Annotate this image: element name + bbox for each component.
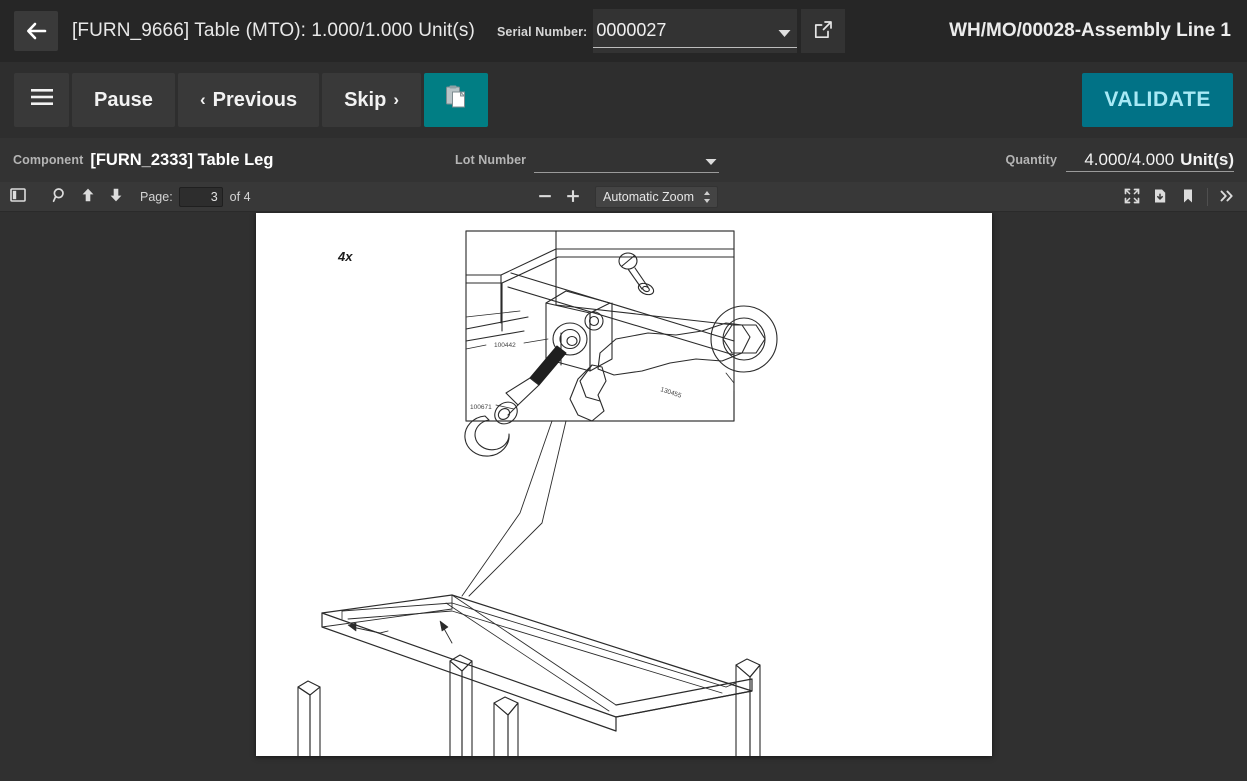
previous-label: Previous xyxy=(212,88,298,111)
component-value: [FURN_2333] Table Leg xyxy=(90,150,274,169)
chevron-right-icon: › xyxy=(393,90,400,109)
page-number-input[interactable] xyxy=(178,186,223,207)
bookmark-icon xyxy=(1180,188,1196,207)
pdf-toolbar-right xyxy=(1118,184,1241,210)
validate-button[interactable]: VALIDATE xyxy=(1082,73,1233,127)
zoom-out-button[interactable] xyxy=(531,184,559,210)
arrow-down-icon xyxy=(108,187,124,206)
serial-number-label: Serial Number: xyxy=(497,25,588,39)
workorder-tablet-app: [FURN_9666] Table (MTO): 1.000/1.000 Uni… xyxy=(0,0,1247,781)
zoom-select[interactable]: Automatic Zoom xyxy=(595,186,718,208)
sidebar-toggle-icon xyxy=(10,187,26,206)
toolbar-divider xyxy=(1207,188,1208,206)
page-title: [FURN_9666] Table (MTO): 1.000/1.000 Uni… xyxy=(72,20,475,41)
skip-button[interactable]: Skip › xyxy=(322,73,422,127)
arrow-left-icon xyxy=(25,20,47,42)
quantity-field xyxy=(1066,146,1234,174)
plus-icon xyxy=(565,188,581,207)
header-bar: [FURN_9666] Table (MTO): 1.000/1.000 Uni… xyxy=(0,0,1247,62)
page-total-label: of 4 xyxy=(229,189,251,204)
document-button[interactable] xyxy=(424,73,489,127)
page-label: Page: xyxy=(140,189,173,204)
hamburger-menu-icon xyxy=(30,88,54,112)
serial-number-input[interactable] xyxy=(593,14,798,48)
menu-button[interactable] xyxy=(14,73,69,127)
previous-button[interactable]: ‹ Previous xyxy=(177,73,320,127)
lot-number-input[interactable] xyxy=(534,147,720,173)
pause-button[interactable]: Pause xyxy=(72,73,175,127)
arrow-up-icon xyxy=(80,187,96,206)
pdf-toolbar: Page: of 4 A xyxy=(0,182,1247,212)
double-chevron-right-icon xyxy=(1219,188,1235,207)
component-label: Component xyxy=(13,153,84,167)
annotation-4x: 4x xyxy=(337,249,353,264)
zoom-select-wrapper: Automatic Zoom xyxy=(595,186,718,208)
next-page-button[interactable] xyxy=(102,184,130,210)
bookmark-button[interactable] xyxy=(1174,184,1202,210)
chevron-left-icon: ‹ xyxy=(199,90,206,109)
part-label-lower: 100671 xyxy=(470,404,492,411)
back-button[interactable] xyxy=(14,11,58,51)
lot-number-field xyxy=(534,146,720,174)
previous-page-button[interactable] xyxy=(74,184,102,210)
sidebar-toggle-button[interactable] xyxy=(4,184,32,210)
search-icon xyxy=(52,187,68,206)
quantity-label: Quantity xyxy=(1005,153,1057,167)
serial-number-field xyxy=(593,9,798,53)
component-group: Component [FURN_2333] Table Leg xyxy=(13,138,273,182)
workorder-name: WH/MO/00028-Assembly Line 1 xyxy=(949,20,1231,41)
copy-document-icon xyxy=(443,84,469,116)
zoom-controls: Automatic Zoom xyxy=(531,184,718,210)
zoom-in-button[interactable] xyxy=(559,184,587,210)
download-icon xyxy=(1152,188,1168,207)
quantity-input[interactable] xyxy=(1066,146,1234,172)
find-button[interactable] xyxy=(46,184,74,210)
open-external-button[interactable] xyxy=(801,9,846,53)
pdf-page: 4x 100442 100671 130455 xyxy=(256,213,992,756)
lot-number-label: Lot Number xyxy=(455,153,527,167)
quantity-group: Quantity 4.000 / 4.000 Unit(s) xyxy=(1005,138,1234,182)
serial-number-group: Serial Number: xyxy=(497,9,846,53)
component-detail-bar: Component [FURN_2333] Table Leg Lot Numb… xyxy=(0,138,1247,182)
skip-label: Skip xyxy=(344,88,387,111)
fullscreen-icon xyxy=(1124,188,1140,207)
download-button[interactable] xyxy=(1146,184,1174,210)
lot-number-group: Lot Number xyxy=(455,138,720,182)
part-label-left: 100442 xyxy=(494,342,516,349)
pause-label: Pause xyxy=(94,88,153,111)
presentation-mode-button[interactable] xyxy=(1118,184,1146,210)
more-tools-button[interactable] xyxy=(1213,184,1241,210)
action-toolbar: Pause ‹ Previous Skip › VALIDATE xyxy=(0,62,1247,138)
minus-icon xyxy=(537,188,553,207)
external-link-icon xyxy=(813,20,833,43)
pdf-viewer[interactable]: 4x 100442 100671 130455 xyxy=(0,212,1247,781)
